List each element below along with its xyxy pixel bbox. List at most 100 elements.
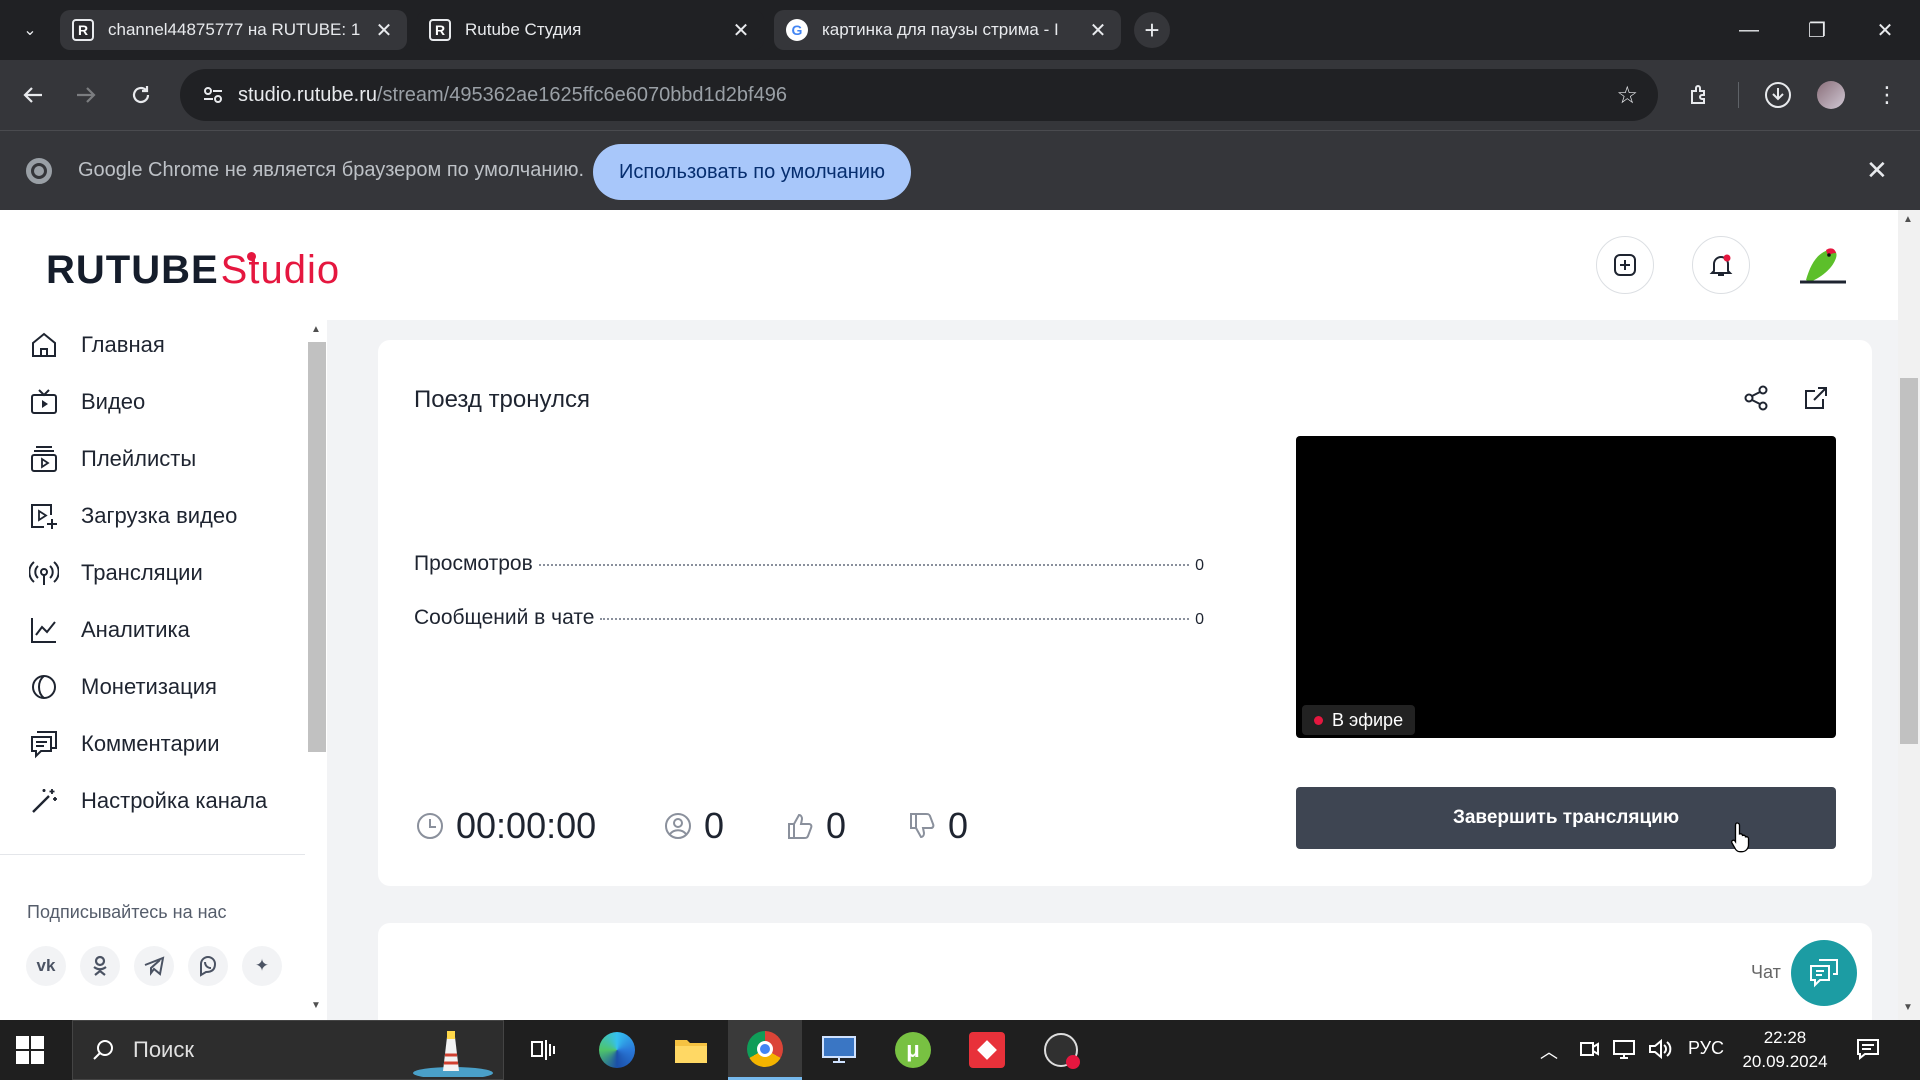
- parrot-avatar-icon: [1800, 248, 1846, 284]
- new-tab-button[interactable]: +: [1134, 12, 1170, 48]
- dotted-leader: [600, 618, 1190, 620]
- sparkle-icon[interactable]: ✦: [242, 946, 282, 986]
- site-info-icon[interactable]: [188, 84, 238, 106]
- bookmark-star-icon[interactable]: ☆: [1616, 81, 1638, 110]
- monetization-icon: [27, 670, 61, 704]
- edge-browser-icon[interactable]: [580, 1020, 654, 1080]
- open-external-icon[interactable]: [1798, 380, 1834, 416]
- studio-header: RUTUBEStudio: [0, 210, 1898, 320]
- anydesk-icon[interactable]: [950, 1020, 1024, 1080]
- minimize-button[interactable]: —: [1724, 10, 1774, 50]
- sidebar-item-channel-settings[interactable]: Настройка канала: [0, 776, 305, 826]
- sidebar-item-label: Плейлисты: [81, 446, 197, 471]
- video-icon: [27, 385, 61, 419]
- windows-start-icon[interactable]: [16, 1036, 44, 1064]
- volume-icon[interactable]: [1648, 1038, 1672, 1065]
- rutube-studio-logo[interactable]: RUTUBEStudio: [46, 248, 340, 293]
- close-tab-icon[interactable]: ✕: [373, 18, 395, 43]
- sidebar-scrollbar-thumb[interactable]: [308, 342, 326, 752]
- chat-label: Чат: [1751, 962, 1781, 982]
- tab-title: картинка для паузы стрима - I: [822, 20, 1059, 39]
- telegram-icon[interactable]: [134, 946, 174, 986]
- extensions-icon[interactable]: [1680, 75, 1720, 115]
- page-scroll-up-icon[interactable]: ▲: [1903, 214, 1913, 225]
- notification-center-icon[interactable]: [1856, 1038, 1880, 1065]
- address-bar[interactable]: studio.rutube.ru/stream/495362ae1625ffc6…: [180, 69, 1658, 121]
- stream-preview-player[interactable]: В эфире: [1296, 436, 1836, 738]
- sidebar-item-upload-video[interactable]: Загрузка видео: [0, 491, 305, 541]
- live-badge-label: В эфире: [1332, 710, 1404, 730]
- page-scrollbar-thumb[interactable]: [1900, 378, 1918, 744]
- duration-metric: 00:00:00: [414, 805, 596, 847]
- taskbar-search[interactable]: Поиск: [72, 1020, 504, 1080]
- sidebar-item-home[interactable]: Главная: [0, 320, 305, 370]
- tab-rutube-studio[interactable]: R Rutube Студия ✕: [417, 10, 764, 50]
- chat-messages-stat: Сообщений в чате 0: [414, 606, 1204, 630]
- dislikes-value: 0: [948, 805, 969, 846]
- sidebar-item-broadcasts[interactable]: Трансляции: [0, 548, 305, 598]
- infobar-close-icon[interactable]: ✕: [1866, 155, 1888, 186]
- create-button[interactable]: [1596, 236, 1654, 294]
- sidebar-item-analytics[interactable]: Аналитика: [0, 605, 305, 655]
- network-icon[interactable]: [1612, 1038, 1636, 1065]
- close-tab-icon[interactable]: ✕: [1087, 18, 1109, 43]
- reload-button[interactable]: [121, 75, 161, 115]
- sidebar-scroll-up-icon[interactable]: ▲: [311, 324, 321, 335]
- meet-now-icon[interactable]: [1578, 1038, 1600, 1065]
- rutube-favicon-icon: R: [72, 19, 94, 41]
- close-tab-icon[interactable]: ✕: [730, 18, 752, 43]
- follow-us-label: Подписывайтесь на нас: [27, 902, 227, 922]
- tab-rutube-channel[interactable]: R channel44875777 на RUTUBE: 1 ✕: [60, 10, 407, 50]
- task-view-icon[interactable]: [506, 1020, 580, 1080]
- chrome-menu-icon[interactable]: ⋮: [1867, 75, 1907, 115]
- language-indicator[interactable]: РУС: [1688, 1038, 1724, 1059]
- url-text: studio.rutube.ru/stream/495362ae1625ffc6…: [238, 84, 787, 107]
- viber-icon[interactable]: [188, 946, 228, 986]
- utorrent-icon[interactable]: μ: [876, 1020, 950, 1080]
- sidebar-item-playlists[interactable]: Плейлисты: [0, 434, 305, 484]
- stat-label: Сообщений в чате: [414, 606, 595, 629]
- set-default-button[interactable]: Использовать по умолчанию: [593, 144, 911, 200]
- viewers-metric: 0: [662, 805, 724, 847]
- sidebar-scroll-down-icon[interactable]: ▼: [311, 1000, 321, 1011]
- clock-icon: [414, 810, 446, 842]
- close-window-button[interactable]: ✕: [1860, 10, 1910, 50]
- duration-value: 00:00:00: [456, 805, 597, 846]
- odnoklassniki-icon[interactable]: [80, 946, 120, 986]
- chat-button[interactable]: [1791, 940, 1857, 1006]
- sidebar-item-comments[interactable]: Комментарии: [0, 719, 305, 769]
- reload-icon: [132, 86, 150, 104]
- likes-value: 0: [826, 805, 847, 846]
- forward-button[interactable]: [66, 75, 106, 115]
- profile-avatar[interactable]: [1811, 75, 1851, 115]
- dislikes-metric: 0: [906, 805, 968, 847]
- chrome-taskbar-icon[interactable]: [728, 1020, 802, 1080]
- page-scroll-down-icon[interactable]: ▼: [1903, 1002, 1913, 1013]
- sidebar-item-video[interactable]: Видео: [0, 377, 305, 427]
- notifications-button[interactable]: [1692, 236, 1750, 294]
- share-icon[interactable]: [1738, 380, 1774, 416]
- taskbar-search-text: Поиск: [133, 1037, 194, 1062]
- sidebar-item-monetization[interactable]: Монетизация: [0, 662, 305, 712]
- tab-google-search[interactable]: G картинка для паузы стрима - I ✕: [774, 10, 1121, 50]
- tab-search-button[interactable]: ⌄: [12, 12, 48, 48]
- file-explorer-icon[interactable]: [654, 1020, 728, 1080]
- channel-avatar[interactable]: [1796, 238, 1850, 292]
- dotted-leader: [538, 564, 1190, 566]
- show-hidden-icons-icon[interactable]: ︿: [1540, 1038, 1558, 1064]
- remote-desktop-icon[interactable]: [802, 1020, 876, 1080]
- viewer-icon: [662, 810, 694, 842]
- tab-title: Rutube Студия: [465, 20, 582, 39]
- system-clock[interactable]: 22:28 20.09.2024: [1740, 1026, 1830, 1074]
- chat-card: [378, 923, 1872, 1020]
- forward-arrow-icon: [77, 87, 96, 103]
- obs-studio-icon[interactable]: [1024, 1020, 1098, 1080]
- upload-video-icon: [27, 499, 61, 533]
- views-stat: Просмотров 0: [414, 552, 1204, 576]
- restore-button[interactable]: ❐: [1792, 10, 1842, 50]
- downloads-icon[interactable]: [1758, 75, 1798, 115]
- back-button[interactable]: [13, 75, 53, 115]
- end-stream-button[interactable]: Завершить трансляцию: [1296, 787, 1836, 849]
- clock-time: 22:28: [1763, 1028, 1807, 1047]
- vk-icon[interactable]: vk: [26, 946, 66, 986]
